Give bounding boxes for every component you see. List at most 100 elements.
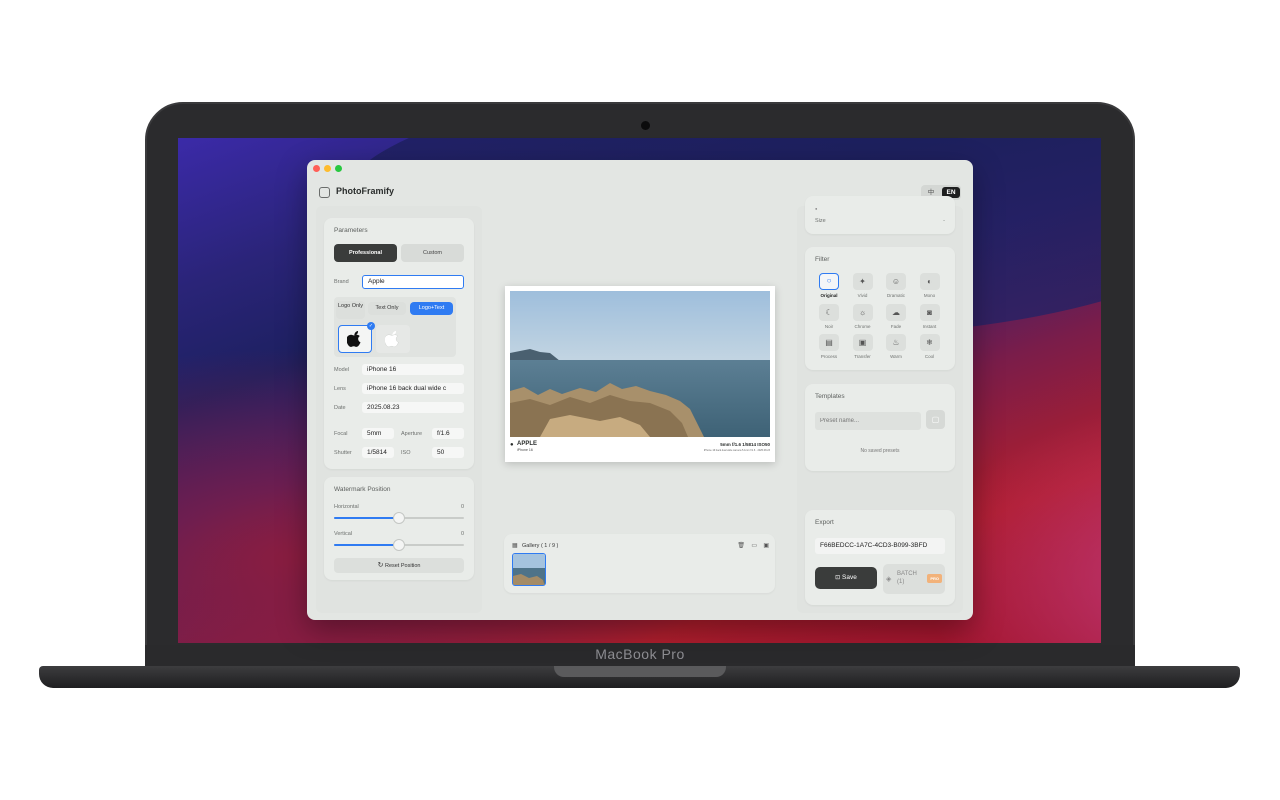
app-logo-icon bbox=[319, 187, 330, 198]
filter-dramatic-icon: ☺ bbox=[886, 273, 906, 290]
preview-model: iPhone 16 bbox=[517, 448, 533, 452]
info-dot-icon: ● bbox=[815, 206, 818, 211]
filter-chrome[interactable]: ☼ Chrome bbox=[848, 303, 878, 332]
export-card: Export F66BEDCC-1A7C-4CD3-B099-3BFD ⊡ Sa… bbox=[805, 510, 955, 605]
logo-only-option[interactable]: Logo Only bbox=[336, 301, 365, 319]
vertical-slider[interactable] bbox=[334, 539, 464, 551]
horizontal-slider-knob[interactable] bbox=[393, 512, 405, 524]
vertical-slider-knob[interactable] bbox=[393, 539, 405, 551]
model-input[interactable]: iPhone 16 bbox=[362, 364, 464, 375]
no-presets-text: No saved presets bbox=[860, 448, 900, 454]
logo-black-apple[interactable]: ✓ bbox=[338, 322, 375, 353]
filter-noir[interactable]: ☾ Noir bbox=[814, 303, 844, 332]
aperture-input[interactable]: f/1.6 bbox=[432, 428, 464, 439]
gallery-label: Gallery ( 1 / 9 ) bbox=[522, 543, 559, 549]
lens-input[interactable]: iPhone 16 back dual wide c bbox=[362, 383, 464, 394]
filter-fade-label: Fade bbox=[890, 323, 902, 329]
filter-original[interactable]: ○ Original bbox=[814, 273, 844, 301]
filter-instant-label: Instant bbox=[922, 323, 937, 329]
date-input[interactable]: 2025.08.23 bbox=[362, 402, 464, 413]
delete-icon[interactable]: 🗑 bbox=[737, 542, 745, 549]
right-panel: ● Size - Filter ○ Original ✦ Vivid ☺ Dramatic… bbox=[797, 196, 963, 613]
mode-professional-button[interactable]: Professional bbox=[334, 244, 397, 262]
watermark-card: Watermark Position Horizontal 0 Vertical… bbox=[324, 477, 474, 580]
filter-transfer[interactable]: ▣ Transfer bbox=[848, 334, 878, 362]
model-label: Model bbox=[334, 367, 349, 373]
reset-icon: ↻ bbox=[377, 562, 384, 569]
filter-transfer-label: Transfer bbox=[854, 354, 871, 359]
filter-chrome-label: Chrome bbox=[854, 323, 871, 329]
selected-check-icon: ✓ bbox=[367, 322, 375, 330]
filter-warm-label: Warm bbox=[890, 354, 902, 359]
preset-name-input[interactable] bbox=[815, 412, 921, 430]
preview-subline: iPhone 16 back dual wide camera 5.1mm f/… bbox=[703, 449, 770, 452]
batch-count: (1) bbox=[897, 579, 905, 585]
brand-label: Brand bbox=[334, 279, 349, 285]
app-title: PhotoFramify bbox=[336, 186, 395, 196]
filter-dramatic-label: Dramatic bbox=[886, 293, 905, 298]
filter-instant-icon: ◙ bbox=[919, 303, 940, 321]
batch-button[interactable]: ◈ BATCH (1) PRO bbox=[883, 564, 945, 594]
app-window: PhotoFramify 中 EN Parameters Professiona… bbox=[307, 160, 973, 620]
filter-cool-label: Cool bbox=[924, 354, 935, 359]
filter-warm-icon: ♨ bbox=[886, 334, 906, 351]
filter-fade[interactable]: ☁ Fade bbox=[881, 303, 911, 332]
reset-position-button[interactable]: ↻ Reset Position bbox=[334, 558, 464, 573]
mode-custom-button[interactable]: Custom bbox=[401, 244, 464, 262]
filter-cool-icon: ❄ bbox=[919, 334, 940, 351]
filter-original-label: Original bbox=[820, 293, 838, 298]
brand-input[interactable]: Apple bbox=[362, 275, 464, 289]
iso-label: ISO bbox=[401, 450, 411, 456]
shutter-input[interactable]: 1/5814 bbox=[362, 447, 394, 458]
minimize-window-button[interactable] bbox=[324, 165, 331, 172]
folder-icon[interactable]: ▭ bbox=[751, 542, 757, 549]
lens-label: Lens bbox=[334, 386, 346, 392]
horizontal-slider-fill bbox=[334, 517, 399, 519]
logo-text-option[interactable]: Logo+Text bbox=[410, 302, 453, 315]
filter-dramatic[interactable]: ☺ Dramatic bbox=[881, 273, 911, 301]
aperture-label: Aperture bbox=[401, 431, 423, 437]
filter-vivid[interactable]: ✦ Vivid bbox=[848, 273, 878, 301]
iso-input[interactable]: 50 bbox=[432, 447, 464, 458]
apple-logo-icon bbox=[347, 331, 361, 347]
zoom-window-button[interactable] bbox=[335, 165, 342, 172]
add-image-icon[interactable]: ▣ bbox=[763, 542, 769, 549]
filter-process-label: Process bbox=[820, 354, 838, 359]
save-preset-icon: ▢ bbox=[931, 415, 940, 424]
text-only-option[interactable]: Text Only bbox=[368, 302, 406, 315]
shutter-label: Shutter bbox=[334, 450, 352, 456]
gallery-card: ▦ Gallery ( 1 / 9 ) 🗑 ▭ ▣ bbox=[504, 534, 775, 593]
horizontal-slider[interactable] bbox=[334, 512, 464, 524]
save-icon: ⊡ bbox=[835, 575, 841, 581]
layers-icon: ◈ bbox=[886, 576, 892, 583]
vertical-slider-fill bbox=[334, 544, 399, 546]
filter-original-icon: ○ bbox=[819, 273, 839, 290]
save-button[interactable]: ⊡ Save bbox=[815, 567, 877, 589]
framed-preview: ● APPLE iPhone 16 5mm f/1.6 1/5814 ISO50… bbox=[505, 286, 775, 462]
export-title: Export bbox=[815, 519, 834, 526]
camera-dot bbox=[641, 121, 650, 130]
filter-cool[interactable]: ❄ Cool bbox=[915, 334, 945, 362]
close-window-button[interactable] bbox=[313, 165, 320, 172]
apple-logo-outline-icon bbox=[385, 331, 399, 348]
gallery-grid-icon: ▦ bbox=[512, 543, 518, 549]
gallery-thumbnail[interactable] bbox=[512, 553, 546, 586]
pro-badge: PRO bbox=[927, 574, 942, 583]
device-label: MacBook Pro bbox=[595, 646, 685, 662]
filter-title: Filter bbox=[815, 256, 830, 263]
export-file-id[interactable]: F66BEDCC-1A7C-4CD3-B099-3BFD bbox=[815, 538, 945, 554]
filter-fade-icon: ☁ bbox=[886, 303, 906, 321]
logo-white-apple[interactable] bbox=[376, 325, 410, 353]
left-panel: Parameters Professional Custom Brand App… bbox=[316, 206, 482, 613]
filter-mono[interactable]: ◐ Mono bbox=[915, 273, 945, 301]
batch-label: BATCH bbox=[897, 571, 917, 577]
preview-brand: APPLE bbox=[517, 441, 538, 447]
filter-process[interactable]: ▤ Process bbox=[814, 334, 844, 362]
title-bar bbox=[307, 160, 973, 176]
save-preset-button[interactable]: ▢ bbox=[926, 410, 945, 429]
thumbnail-image bbox=[513, 554, 545, 585]
filter-warm[interactable]: ♨ Warm bbox=[881, 334, 911, 362]
focal-input[interactable]: 5mm bbox=[362, 428, 394, 439]
vertical-label: Vertical bbox=[334, 531, 353, 537]
filter-instant[interactable]: ◙ Instant bbox=[915, 303, 945, 332]
